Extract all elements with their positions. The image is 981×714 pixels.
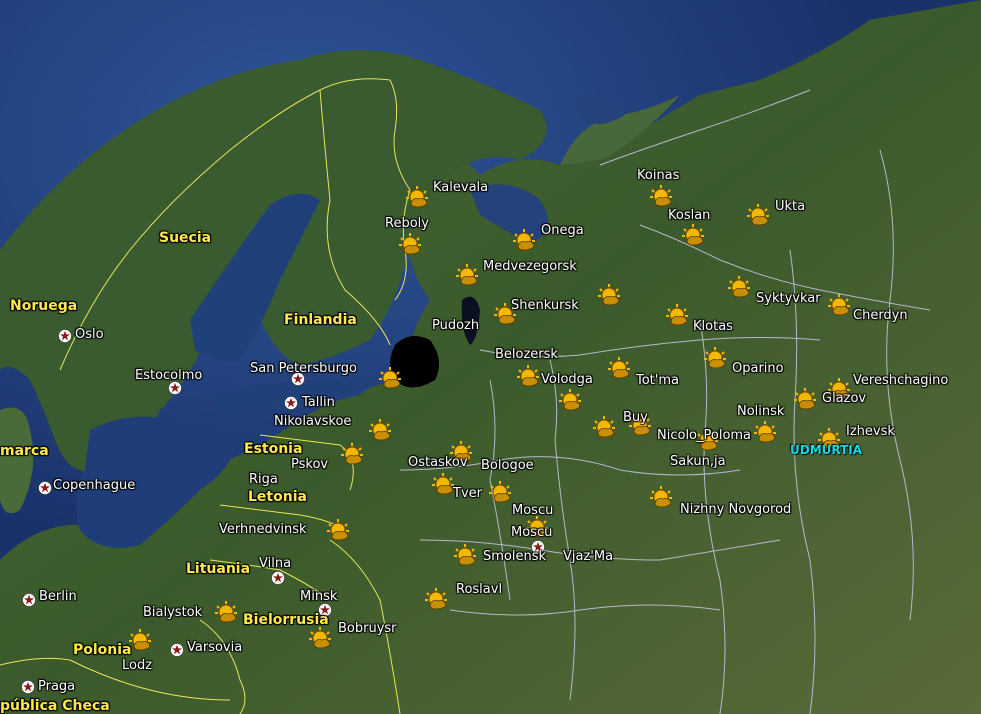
station-label-sakun[interactable]: Sakun,ja	[670, 454, 726, 469]
station-label-buy[interactable]: Buy	[623, 410, 648, 425]
country-label-noruega: Noruega	[10, 298, 78, 314]
city-label-praga[interactable]: Praga	[38, 679, 75, 694]
station-label-belozersk[interactable]: Belozersk	[495, 347, 558, 362]
city-label-varsovia[interactable]: Varsovia	[187, 640, 242, 655]
station-label-ukta[interactable]: Ukta	[775, 199, 805, 214]
station-label-cherdyn[interactable]: Cherdyn	[853, 308, 908, 323]
city-label-minsk[interactable]: Minsk	[300, 589, 337, 604]
station-label-moscu-st[interactable]: Moscu	[511, 525, 552, 540]
country-label-suecia: Suecia	[159, 230, 212, 246]
city-label-riga[interactable]: Riga	[249, 472, 278, 487]
station-label-totma[interactable]: Tot'ma	[636, 373, 679, 388]
station-label-koinas[interactable]: Koinas	[637, 168, 679, 183]
station-label-nikolavskoe[interactable]: Nikolavskoe	[274, 414, 351, 429]
country-label-polonia: Polonia	[73, 642, 132, 658]
station-label-volodga[interactable]: Volodga	[541, 372, 593, 387]
city-label-tallin[interactable]: Tallin	[302, 395, 335, 410]
station-label-lodz[interactable]: Lodz	[122, 658, 152, 673]
station-label-vjazma[interactable]: Vjaz'Ma	[563, 549, 613, 564]
station-label-klotas[interactable]: Klotas	[693, 319, 733, 334]
station-label-bologoe[interactable]: Bologoe	[481, 458, 534, 473]
station-label-nicolo-poloma[interactable]: Nicolo_Poloma	[657, 428, 751, 443]
station-label-syktyvkar[interactable]: Syktyvkar	[756, 291, 821, 306]
country-label-estonia: Estonia	[244, 441, 303, 457]
station-label-koslan[interactable]: Koslan	[668, 208, 710, 223]
city-label-estocolmo[interactable]: Estocolmo	[135, 368, 202, 383]
city-label-vilna[interactable]: Vilna	[259, 556, 291, 571]
country-label-dinamarca: marca	[0, 443, 49, 459]
station-label-medvezegorsk[interactable]: Medvezegorsk	[483, 259, 577, 274]
station-label-tver[interactable]: Tver	[453, 486, 482, 501]
station-label-ostaskov[interactable]: Ostaskov	[408, 455, 468, 470]
lake-ladoga	[390, 336, 439, 388]
city-label-berlin[interactable]: Berlin	[39, 589, 77, 604]
country-label-letonia: Letonia	[248, 489, 307, 505]
country-label-chequia: pública Checa	[0, 698, 110, 714]
station-label-pudozh[interactable]: Pudozh	[432, 318, 479, 333]
station-label-onega[interactable]: Onega	[541, 223, 584, 238]
station-label-reboly[interactable]: Reboly	[385, 216, 429, 231]
station-label-shenkursk[interactable]: Shenkursk	[511, 298, 579, 313]
station-label-nizhny[interactable]: Nizhny Novgorod	[680, 502, 791, 517]
station-label-glazov[interactable]: Glazov	[822, 391, 866, 406]
station-label-smolensk[interactable]: Smolensk	[483, 549, 546, 564]
station-label-verhnedvinsk[interactable]: Verhnedvinsk	[219, 522, 307, 537]
city-label-san-petersburgo[interactable]: San Petersburgo	[250, 361, 357, 376]
station-label-kalevala[interactable]: Kalevala	[433, 180, 488, 195]
city-label-copenhague[interactable]: Copenhague	[53, 478, 135, 493]
country-label-finlandia: Finlandia	[284, 312, 357, 328]
station-label-bialystok[interactable]: Bialystok	[143, 605, 202, 620]
map-view[interactable]: Noruega Suecia Finlandia Estonia Letonia…	[0, 0, 981, 714]
city-label-oslo[interactable]: Oslo	[75, 327, 104, 342]
station-label-roslavl[interactable]: Roslavl	[456, 582, 502, 597]
country-label-lituania: Lituania	[186, 561, 251, 577]
station-label-oparino[interactable]: Oparino	[732, 361, 784, 376]
station-label-izhevsk[interactable]: Izhevsk	[846, 424, 895, 439]
country-label-bielorrusia: Bielorrusia	[243, 612, 329, 628]
station-label-bobruysr[interactable]: Bobruysr	[338, 621, 397, 636]
region-label-udmurtia: UDMURTIA	[790, 443, 863, 457]
station-label-pskov[interactable]: Pskov	[291, 457, 328, 472]
city-label-moscu[interactable]: Moscu	[512, 503, 553, 518]
station-label-nolinsk[interactable]: Nolinsk	[737, 404, 784, 419]
station-label-vereshchagino[interactable]: Vereshchagino	[853, 373, 948, 388]
